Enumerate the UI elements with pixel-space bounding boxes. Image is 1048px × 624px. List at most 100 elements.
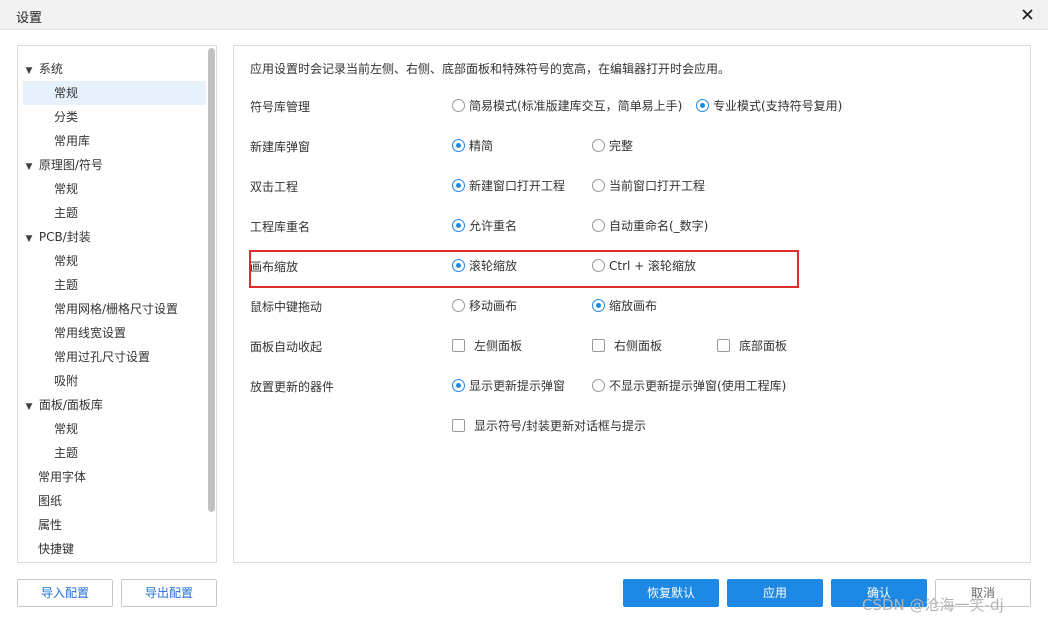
tree-item-system[interactable]: ▼ 系统	[23, 57, 206, 81]
radio-ctrl-wheel-zoom[interactable]: Ctrl + 滚轮缩放	[592, 258, 696, 274]
radio-open-current-window[interactable]: 当前窗口打开工程	[592, 178, 705, 194]
checkbox-left-panel[interactable]: 左侧面板	[452, 338, 522, 354]
caret-down-icon[interactable]: ▼	[23, 227, 35, 251]
tree-item-pcb-line-width[interactable]: 常用线宽设置	[23, 321, 206, 345]
close-icon	[1022, 9, 1033, 20]
radio-button[interactable]	[452, 299, 465, 312]
radio-allow-duplicate[interactable]: 允许重名	[452, 218, 517, 234]
radio-button[interactable]	[452, 99, 465, 112]
radio-show-update-popup[interactable]: 显示更新提示弹窗	[452, 378, 565, 394]
radio-wheel-zoom[interactable]: 滚轮缩放	[452, 258, 517, 274]
radio-open-new-window[interactable]: 新建窗口打开工程	[452, 178, 565, 194]
tree-item-label: 常用过孔尺寸设置	[54, 350, 151, 364]
tree-item-pcb-general[interactable]: 常规	[23, 249, 206, 273]
radio-label: 滚轮缩放	[469, 259, 518, 273]
radio-button[interactable]	[592, 139, 605, 152]
radio-button[interactable]	[592, 299, 605, 312]
radio-zoom-canvas[interactable]: 缩放画布	[592, 298, 657, 314]
radio-button[interactable]	[696, 99, 709, 112]
checkbox-right-panel[interactable]: 右侧面板	[592, 338, 662, 354]
tree-item-panel-library[interactable]: ▼ 面板/面板库	[23, 393, 206, 417]
radio-button[interactable]	[452, 219, 465, 232]
tree-item-label: PCB/封装	[38, 230, 91, 244]
tree-item-pcb-snap[interactable]: 吸附	[23, 369, 206, 393]
radio-compact[interactable]: 精简	[452, 138, 493, 154]
checkbox[interactable]	[592, 339, 605, 352]
highlight-box	[249, 250, 799, 288]
tree-item-pcb-via-size[interactable]: 常用过孔尺寸设置	[23, 345, 206, 369]
tree-item-panel-theme[interactable]: 主题	[23, 441, 206, 465]
tree-item-label: 主题	[54, 206, 79, 220]
radio-button[interactable]	[452, 259, 465, 272]
tree-item-pcb-grid-size[interactable]: 常用网格/栅格尺寸设置	[23, 297, 206, 321]
tree-item-label: 系统	[38, 62, 63, 76]
radio-full[interactable]: 完整	[592, 138, 633, 154]
checkbox[interactable]	[452, 339, 465, 352]
tree-item-label: 常用字体	[38, 470, 87, 484]
close-button[interactable]	[1016, 3, 1040, 27]
tree-item-shortcuts[interactable]: 快捷键	[23, 537, 206, 561]
row-label-canvas-zoom: 画布缩放	[250, 260, 299, 274]
radio-button[interactable]	[592, 219, 605, 232]
tree-item-label: 主题	[54, 278, 79, 292]
tree-scrollbar-thumb[interactable]	[208, 48, 215, 512]
tree-item-schematic-symbol[interactable]: ▼ 原理图/符号	[23, 153, 206, 177]
tree-item-system-common-library[interactable]: 常用库	[23, 129, 206, 153]
tree-item-label: 图纸	[38, 494, 63, 508]
radio-hide-update-popup[interactable]: 不显示更新提示弹窗(使用工程库)	[592, 378, 786, 394]
watermark: CSDN @沧海一笑-dj	[862, 596, 1004, 614]
checkbox-bottom-panel[interactable]: 底部面板	[717, 338, 787, 354]
checkbox[interactable]	[717, 339, 730, 352]
radio-button[interactable]	[592, 259, 605, 272]
radio-label: 缩放画布	[609, 299, 658, 313]
tree-item-label: 常规	[54, 182, 79, 196]
tree-item-common-fonts[interactable]: 常用字体	[23, 465, 206, 489]
radio-move-canvas[interactable]: 移动画布	[452, 298, 517, 314]
radio-label: 完整	[609, 139, 634, 153]
caret-down-icon[interactable]: ▼	[23, 59, 35, 83]
tree-item-system-category[interactable]: 分类	[23, 105, 206, 129]
caret-down-icon[interactable]: ▼	[23, 155, 35, 179]
tree-item-label: 面板/面板库	[38, 398, 103, 412]
checkbox-show-update-dialog[interactable]: 显示符号/封装更新对话框与提示	[452, 418, 646, 434]
tree-item-label: 常用网格/栅格尺寸设置	[54, 302, 179, 316]
row-label-place-updated-components: 放置更新的器件	[250, 380, 335, 394]
tree-item-drawing-sheet[interactable]: 图纸	[23, 489, 206, 513]
apply-button[interactable]: 应用	[727, 579, 823, 607]
tree-item-pcb-footprint[interactable]: ▼ PCB/封装	[23, 225, 206, 249]
tree-item-label: 吸附	[54, 374, 79, 388]
radio-pro-mode[interactable]: 专业模式(支持符号复用)	[696, 98, 842, 114]
tree-item-label: 主题	[54, 446, 79, 460]
radio-label: 精简	[469, 139, 494, 153]
radio-label: 允许重名	[469, 219, 518, 233]
tree-item-system-general[interactable]: 常规	[23, 81, 206, 105]
checkbox-label: 右侧面板	[614, 339, 663, 353]
radio-auto-rename[interactable]: 自动重命名(_数字)	[592, 218, 708, 234]
radio-button[interactable]	[452, 179, 465, 192]
tree-item-label: 常规	[54, 254, 79, 268]
tree-item-schematic-theme[interactable]: 主题	[23, 201, 206, 225]
import-config-button[interactable]: 导入配置	[17, 579, 113, 607]
radio-button[interactable]	[452, 379, 465, 392]
tree-item-label: 常规	[54, 86, 79, 100]
restore-defaults-button[interactable]: 恢复默认	[623, 579, 719, 607]
radio-button[interactable]	[592, 179, 605, 192]
radio-label: 专业模式(支持符号复用)	[713, 99, 843, 113]
tree-item-label: 常用线宽设置	[54, 326, 127, 340]
tree-item-panel-general[interactable]: 常规	[23, 417, 206, 441]
tree-item-pcb-theme[interactable]: 主题	[23, 273, 206, 297]
row-label-panel-auto-collapse: 面板自动收起	[250, 340, 323, 354]
caret-down-icon[interactable]: ▼	[23, 395, 35, 419]
tree-item-label: 原理图/符号	[38, 158, 103, 172]
radio-button[interactable]	[452, 139, 465, 152]
export-config-button[interactable]: 导出配置	[121, 579, 217, 607]
tree-item-label: 分类	[54, 110, 79, 124]
radio-simple-mode[interactable]: 简易模式(标准版建库交互，简单易上手)	[452, 98, 682, 114]
tree-item-label: 属性	[38, 518, 63, 532]
radio-button[interactable]	[592, 379, 605, 392]
tree-item-properties[interactable]: 属性	[23, 513, 206, 537]
checkbox[interactable]	[452, 419, 465, 432]
checkbox-label: 底部面板	[739, 339, 788, 353]
radio-label: 新建窗口打开工程	[469, 179, 566, 193]
tree-item-schematic-general[interactable]: 常规	[23, 177, 206, 201]
